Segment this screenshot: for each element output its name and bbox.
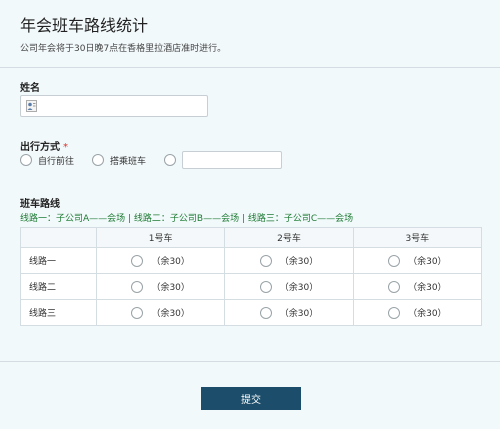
footer-divider <box>0 361 500 362</box>
header-divider <box>0 67 500 68</box>
matrix-cell[interactable]: （余30） <box>224 299 354 326</box>
submit-button[interactable]: 提交 <box>201 387 301 410</box>
table-row: 线路二 （余30） （余30） （余30） <box>20 273 483 300</box>
column-bus-1: 1号车 <box>95 227 226 248</box>
matrix-cell[interactable]: （余30） <box>352 247 483 274</box>
radio-icon[interactable] <box>259 254 272 267</box>
column-bus-3: 3号车 <box>352 227 483 248</box>
route-label: 班车路线 <box>20 199 60 210</box>
name-label: 姓名 <box>20 83 40 94</box>
person-card-icon <box>26 100 37 112</box>
travel-mode-label: 出行方式 * <box>20 142 68 153</box>
radio-icon[interactable] <box>131 280 144 293</box>
option-self[interactable]: 自行前往 <box>20 154 74 167</box>
form-title: 年会班车路线统计 <box>20 16 149 35</box>
row-label: 线路一 <box>20 247 97 274</box>
table-row: 线路三 （余30） （余30） （余30） <box>20 299 483 326</box>
matrix-cell[interactable]: （余30） <box>352 273 483 300</box>
matrix-corner <box>20 227 97 248</box>
table-row: 线路一 （余30） （余30） （余30） <box>20 247 483 274</box>
radio-icon[interactable] <box>259 306 272 319</box>
row-label: 线路二 <box>20 273 97 300</box>
radio-other[interactable] <box>164 154 177 166</box>
radio-icon[interactable] <box>388 280 401 293</box>
name-input[interactable] <box>20 95 208 117</box>
option-shuttle[interactable]: 搭乘班车 <box>92 154 146 167</box>
matrix-cell[interactable]: （余30） <box>224 247 354 274</box>
radio-icon[interactable] <box>388 306 401 319</box>
radio-icon[interactable] <box>131 254 144 267</box>
matrix-cell[interactable]: （余30） <box>95 247 226 274</box>
route-matrix: 1号车 2号车 3号车 线路一 （余30） （余30） （余30） 线路二 （余… <box>20 227 483 326</box>
radio-icon[interactable] <box>388 254 401 267</box>
matrix-cell[interactable]: （余30） <box>95 273 226 300</box>
matrix-cell[interactable]: （余30） <box>352 299 483 326</box>
other-input[interactable] <box>182 151 282 169</box>
travel-mode-options: 自行前往 搭乘班车 其他 <box>20 152 200 168</box>
form-description: 公司年会将于30日晚7点在香格里拉酒店准时进行。 <box>20 44 227 54</box>
matrix-cell[interactable]: （余30） <box>224 273 354 300</box>
matrix-cell[interactable]: （余30） <box>95 299 226 326</box>
radio-self[interactable] <box>20 154 32 166</box>
radio-icon[interactable] <box>259 280 272 293</box>
row-label: 线路三 <box>20 299 97 326</box>
matrix-header-row: 1号车 2号车 3号车 <box>20 227 483 248</box>
radio-shuttle[interactable] <box>92 154 105 166</box>
column-bus-2: 2号车 <box>224 227 354 248</box>
radio-icon[interactable] <box>131 306 144 319</box>
route-description: 线路一：子公司A——会场 | 线路二：子公司B——会场 | 线路三：子公司C——… <box>20 214 354 224</box>
